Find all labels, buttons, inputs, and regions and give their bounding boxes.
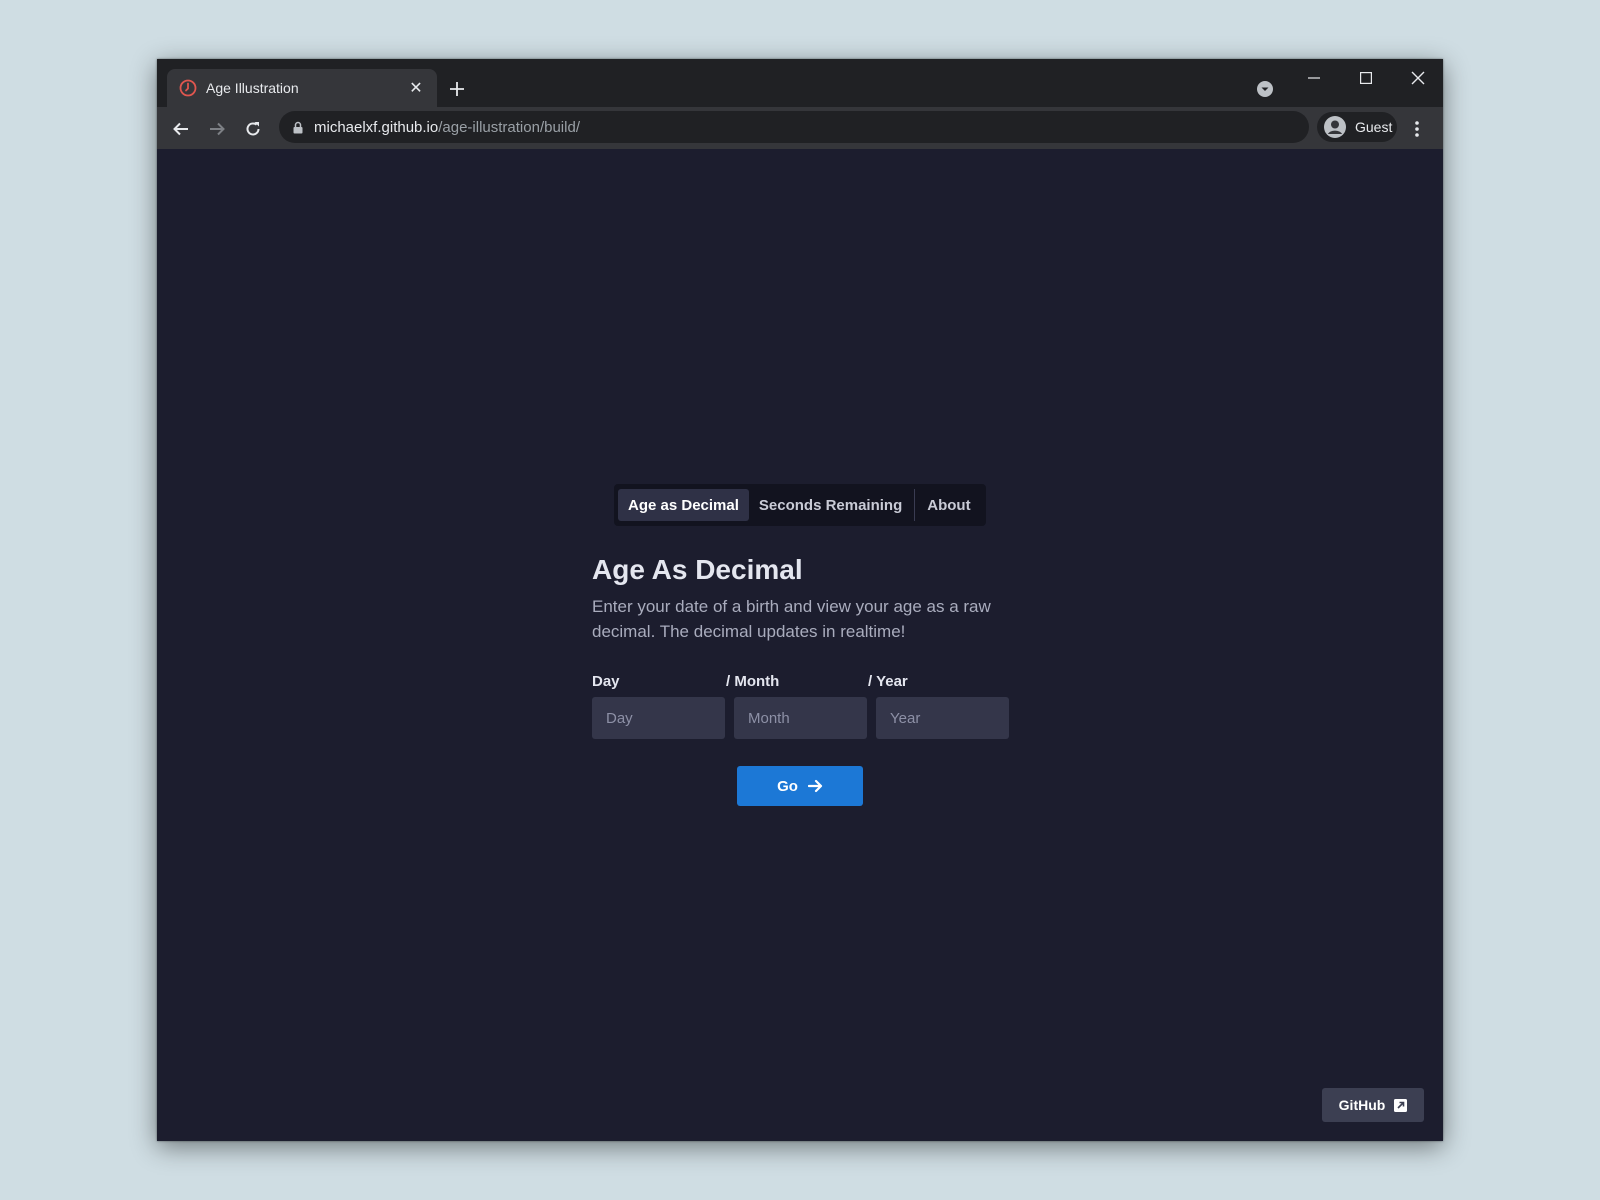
minimize-icon[interactable] — [1291, 63, 1337, 93]
maximize-icon[interactable] — [1343, 63, 1389, 93]
guest-avatar-icon — [1323, 115, 1347, 139]
address-bar[interactable]: michaelxf.github.io/age-illustration/bui… — [279, 111, 1309, 143]
external-link-icon — [1394, 1098, 1408, 1112]
close-window-icon[interactable] — [1395, 63, 1441, 93]
tab-age-as-decimal[interactable]: Age as Decimal — [618, 489, 749, 521]
go-label: Go — [777, 777, 798, 795]
back-arrow-icon[interactable] — [167, 115, 195, 143]
month-input[interactable] — [734, 697, 867, 739]
clock-favicon-icon — [179, 79, 197, 97]
forward-arrow-icon[interactable] — [203, 115, 231, 143]
browser-toolbar: michaelxf.github.io/age-illustration/bui… — [157, 107, 1443, 149]
tab-strip: Age Illustration ✕ — [157, 59, 1443, 107]
page-title: Age As Decimal — [592, 554, 803, 585]
profile-label: Guest — [1355, 119, 1393, 135]
browser-tab[interactable]: Age Illustration ✕ — [167, 69, 437, 107]
day-label: Day — [592, 673, 620, 690]
tab-seconds-remaining[interactable]: Seconds Remaining — [749, 489, 912, 521]
tab-search-icon[interactable] — [1253, 77, 1277, 101]
more-vert-icon[interactable] — [1405, 115, 1429, 143]
day-input[interactable] — [592, 697, 725, 739]
month-label: / Month — [726, 673, 780, 690]
arrow-right-icon — [807, 779, 823, 793]
year-input[interactable] — [876, 697, 1009, 739]
tab-about[interactable]: About — [917, 489, 980, 521]
page-content: Age as Decimal Seconds Remaining About A… — [157, 149, 1443, 1141]
profile-button[interactable]: Guest — [1317, 112, 1397, 142]
go-button[interactable]: Go — [737, 766, 863, 806]
year-label: / Year — [868, 673, 908, 690]
lock-icon — [293, 121, 303, 134]
github-button[interactable]: GitHub — [1322, 1088, 1424, 1122]
browser-window: Age Illustration ✕ michaelxf.github.io /… — [157, 59, 1443, 1141]
tab-divider — [914, 489, 916, 521]
github-label: GitHub — [1338, 1097, 1386, 1113]
tab-title: Age Illustration — [206, 80, 299, 96]
page-description: Enter your date of a birth and view your… — [592, 597, 991, 641]
url-host: michaelxf.github.io — [314, 118, 439, 136]
tab-close-icon[interactable]: ✕ — [407, 78, 425, 98]
section-tabs: Age as Decimal Seconds Remaining About — [614, 484, 986, 526]
reload-icon[interactable] — [239, 115, 267, 143]
url-path: /age-illustration/build/ — [438, 118, 580, 136]
new-tab-icon[interactable] — [443, 75, 471, 103]
